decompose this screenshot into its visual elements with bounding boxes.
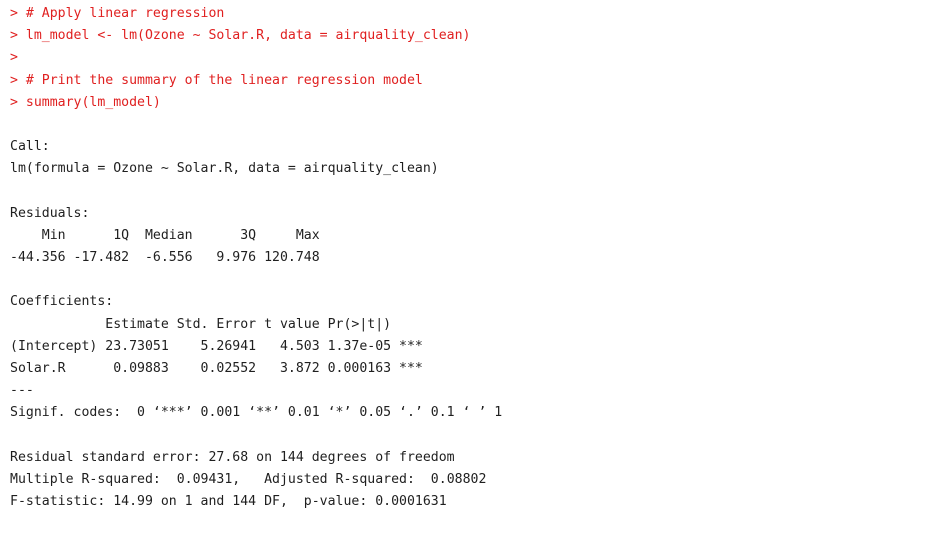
- coefficients-row-intercept: (Intercept) 23.73051 5.26941 4.503 1.37e…: [10, 338, 423, 354]
- call-heading: Call:: [10, 139, 50, 155]
- residuals-values-row: -44.356 -17.482 -6.556 9.976 120.748: [10, 250, 328, 266]
- console-input-line: > # Print the summary of the linear regr…: [10, 72, 423, 88]
- residuals-heading: Residuals:: [10, 205, 90, 221]
- r-squared-line: Multiple R-squared: 0.09431, Adjusted R-…: [10, 471, 495, 487]
- residuals-header-row: Min 1Q Median 3Q Max: [10, 227, 328, 243]
- residual-std-error-line: Residual standard error: 27.68 on 144 de…: [10, 449, 455, 465]
- console-input-line: > summary(lm_model): [10, 94, 161, 110]
- call-formula: lm(formula = Ozone ~ Solar.R, data = air…: [10, 161, 439, 177]
- f-statistic-line: F-statistic: 14.99 on 1 and 144 DF, p-va…: [10, 494, 447, 510]
- separator-line: ---: [10, 383, 34, 399]
- coefficients-row-solar-r: Solar.R 0.09883 0.02552 3.872 0.000163 *…: [10, 361, 423, 376]
- r-console-output[interactable]: > # Apply linear regression > lm_model <…: [10, 3, 920, 513]
- console-input-line: >: [10, 50, 18, 66]
- console-input-line: > # Apply linear regression: [10, 6, 225, 21]
- console-input-line: > lm_model <- lm(Ozone ~ Solar.R, data =…: [10, 28, 471, 44]
- coefficients-heading: Coefficients:: [10, 294, 114, 310]
- coefficients-header-row: Estimate Std. Error t value Pr(>|t|): [10, 316, 423, 332]
- signif-codes-line: Signif. codes: 0 ‘***’ 0.001 ‘**’ 0.01 ‘…: [10, 405, 503, 421]
